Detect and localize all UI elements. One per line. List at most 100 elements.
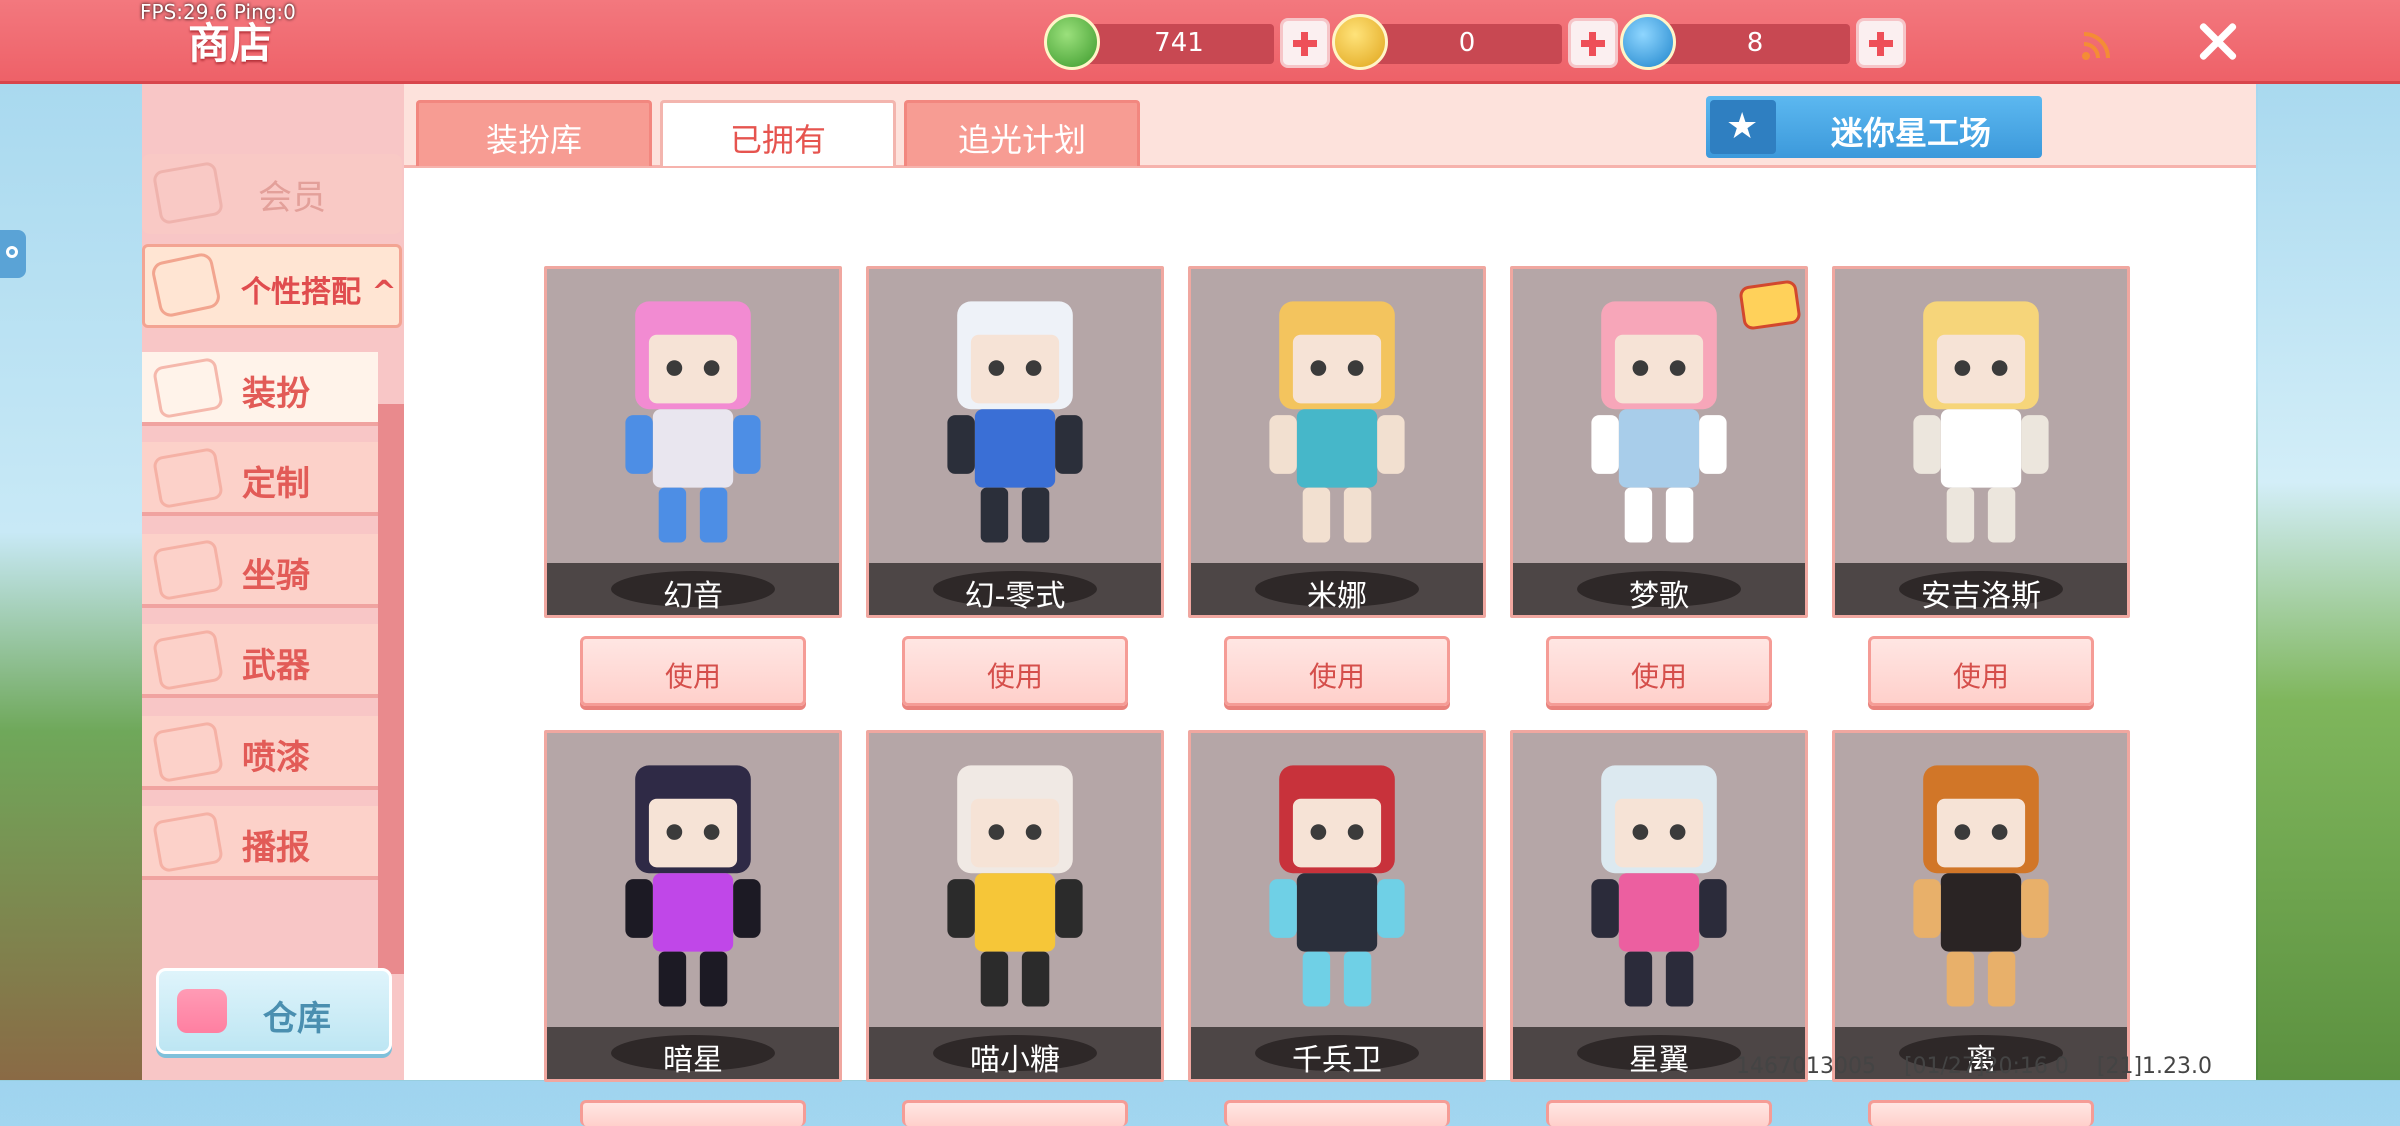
skin-name: 暗星 <box>663 1043 723 1078</box>
use-button-label: 使用 <box>1308 660 1365 693</box>
skin-card[interactable]: 安吉洛斯 <box>1832 266 2130 618</box>
main-panel: 装扮库 已拥有 追光计划 迷你星工场 幻音使用 幻-零式使用 米娜使用 梦歌使用 安吉洛… <box>404 84 2256 1126</box>
skin-card[interactable]: 幻音 <box>544 266 842 618</box>
use-button[interactable]: 使用 <box>902 636 1128 706</box>
sidebar-group-personalization[interactable]: 个性搭配 ^ <box>142 244 402 328</box>
build-info: 1467013005 [01/27]20:16 0 [21]1.23.0 <box>1736 1054 2213 1079</box>
use-button[interactable] <box>902 1100 1128 1126</box>
skin-name: 安吉洛斯 <box>1921 579 2041 614</box>
skin-name: 梦歌 <box>1629 579 1689 614</box>
use-button[interactable] <box>580 1100 806 1126</box>
use-button[interactable] <box>1868 1100 2094 1126</box>
name-bar: 千兵卫 <box>1191 1027 1483 1079</box>
name-bar: 梦歌 <box>1513 563 1805 615</box>
name-bar: 幻音 <box>547 563 839 615</box>
skin-card[interactable]: 喵小糖 <box>866 730 1164 1082</box>
use-button-label: 使用 <box>1952 660 2009 693</box>
sidebar-item-member[interactable]: 会员 <box>142 154 402 234</box>
brush-icon <box>151 446 225 510</box>
character-portrait <box>947 301 1083 543</box>
character-portrait <box>1269 765 1405 1007</box>
sidebar-item-weapon[interactable]: 武器 <box>142 624 378 698</box>
skin-card[interactable]: 千兵卫 <box>1188 730 1486 1082</box>
currency-value: 0 <box>1458 28 1476 58</box>
chest-icon <box>177 989 227 1033</box>
limited-badge-icon <box>1738 279 1802 331</box>
name-bar: 米娜 <box>1191 563 1483 615</box>
warehouse-button[interactable]: 仓库 <box>156 968 392 1054</box>
member-icon <box>151 160 225 226</box>
skin-name: 喵小糖 <box>970 1043 1060 1078</box>
sidebar-item-label: 会员 <box>258 178 326 218</box>
use-button-label: 使用 <box>986 660 1043 693</box>
skin-card[interactable]: 离 <box>1832 730 2130 1082</box>
blue-m-coin-icon <box>1620 14 1676 70</box>
top-bar: FPS:29.6 Ping:0 商店 741 0 8 <box>0 0 2400 84</box>
sidebar: 会员 个性搭配 ^ 装扮 定制 坐骑 武器 喷漆 播报 仓库 <box>142 84 404 1080</box>
character-portrait <box>947 765 1083 1007</box>
sidebar-group-label: 个性搭配 ^ <box>241 275 397 310</box>
name-bar: 幻-零式 <box>869 563 1161 615</box>
tab-bar: 装扮库 已拥有 追光计划 迷你星工场 <box>404 84 2256 168</box>
tab-label: 装扮库 <box>485 121 582 159</box>
tab-label: 已拥有 <box>729 121 826 159</box>
sidebar-item-label: 定制 <box>242 464 310 504</box>
add-currency-button[interactable] <box>1280 18 1330 68</box>
outfit-icon <box>149 251 223 319</box>
name-bar: 喵小糖 <box>869 1027 1161 1079</box>
sidebar-item-broadcast[interactable]: 播报 <box>142 806 378 880</box>
use-button[interactable]: 使用 <box>1224 636 1450 706</box>
skin-name: 千兵卫 <box>1292 1043 1382 1078</box>
background-scene-right <box>2258 84 2400 1080</box>
side-pull-tab[interactable] <box>0 230 26 278</box>
add-currency-button[interactable] <box>1856 18 1906 68</box>
skin-card[interactable]: 梦歌 <box>1510 266 1808 618</box>
skin-card[interactable]: 暗星 <box>544 730 842 1082</box>
skin-card[interactable]: 幻-零式 <box>866 266 1164 618</box>
skin-grid: 幻音使用 幻-零式使用 米娜使用 梦歌使用 安吉洛斯使用暗星 喵小糖 千兵卫 星翼离 <box>404 184 2256 1126</box>
use-button[interactable]: 使用 <box>1546 636 1772 706</box>
skin-card[interactable]: 星翼 <box>1510 730 1808 1082</box>
add-currency-button[interactable] <box>1568 18 1618 68</box>
sidebar-divider <box>378 404 404 974</box>
sidebar-item-label: 装扮 <box>242 374 310 414</box>
sidebar-item-label: 喷漆 <box>242 738 310 778</box>
currency-value: 8 <box>1746 28 1764 58</box>
tab-light-chasing-plan[interactable]: 追光计划 <box>904 100 1140 166</box>
currency-value: 741 <box>1154 28 1204 58</box>
mini-factory-label: 迷你星工场 <box>1830 114 1991 152</box>
sidebar-item-label: 坐骑 <box>242 556 310 596</box>
tab-owned[interactable]: 已拥有 <box>660 100 896 166</box>
use-button[interactable] <box>1224 1100 1450 1126</box>
green-gem-icon <box>1044 14 1100 70</box>
sidebar-item-mount[interactable]: 坐骑 <box>142 534 378 608</box>
character-portrait <box>1269 301 1405 543</box>
use-button[interactable]: 使用 <box>1868 636 2094 706</box>
tab-outfit-library[interactable]: 装扮库 <box>416 100 652 166</box>
character-portrait <box>625 765 761 1007</box>
mount-icon <box>151 538 225 602</box>
sidebar-item-custom[interactable]: 定制 <box>142 442 378 516</box>
gun-icon <box>151 628 225 692</box>
star-icon <box>1710 100 1776 154</box>
skin-card[interactable]: 米娜 <box>1188 266 1486 618</box>
sidebar-item-spray[interactable]: 喷漆 <box>142 716 378 790</box>
skin-name: 幻-零式 <box>964 579 1066 614</box>
sidebar-item-label: 播报 <box>242 828 310 868</box>
name-bar: 安吉洛斯 <box>1835 563 2127 615</box>
skin-name: 幻音 <box>663 579 723 614</box>
spray-can-icon <box>151 720 225 784</box>
use-button[interactable] <box>1546 1100 1772 1126</box>
use-button-label: 使用 <box>664 660 721 693</box>
mini-factory-button[interactable]: 迷你星工场 <box>1706 96 2042 158</box>
use-button[interactable]: 使用 <box>580 636 806 706</box>
page-title: 商店 <box>188 19 273 68</box>
gold-m-coin-icon <box>1332 14 1388 70</box>
warehouse-label: 仓库 <box>263 999 331 1039</box>
skin-name: 米娜 <box>1307 579 1367 614</box>
character-portrait <box>1913 301 2049 543</box>
character-portrait <box>625 301 761 543</box>
close-icon[interactable] <box>2190 14 2246 70</box>
sidebar-item-outfit[interactable]: 装扮 <box>142 352 378 426</box>
name-bar: 暗星 <box>547 1027 839 1079</box>
